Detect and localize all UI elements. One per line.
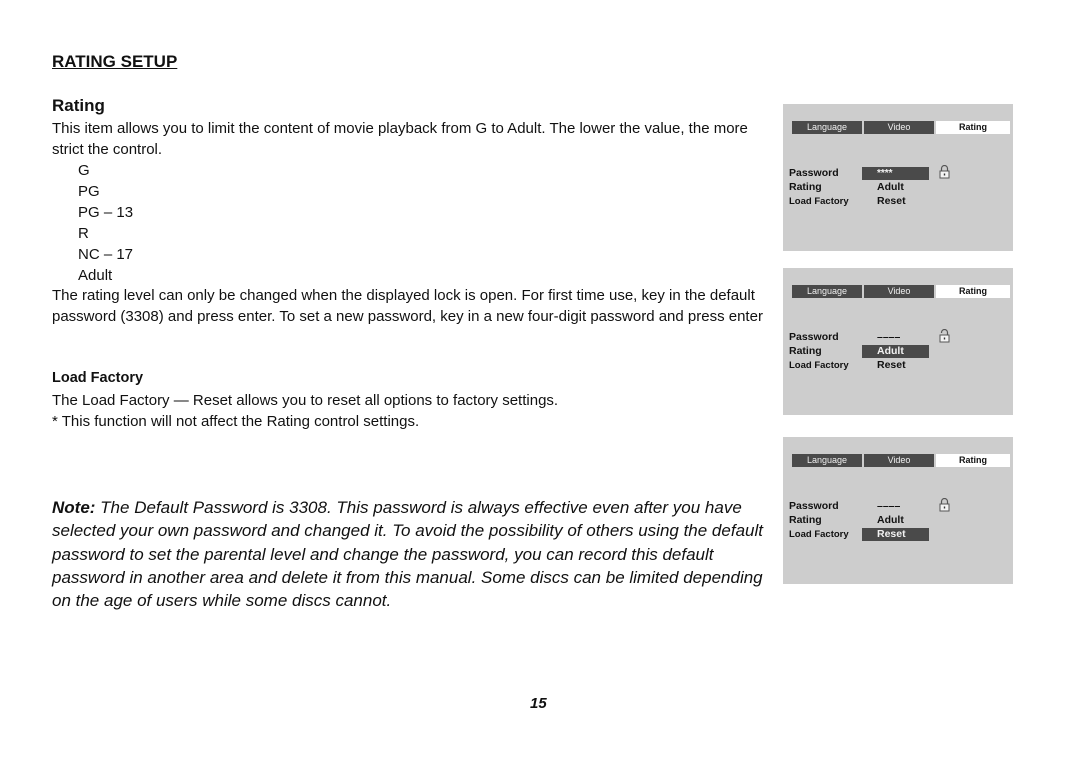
password-label: Password [789, 500, 839, 512]
reset-value[interactable]: Reset [862, 528, 929, 541]
tab-video[interactable]: Video [864, 285, 934, 298]
rating-level: G [78, 162, 90, 179]
rating-level: Adult [78, 267, 113, 284]
note-label: Note: [52, 498, 96, 517]
password-value[interactable]: –––– [862, 500, 929, 513]
lock-closed-icon [939, 165, 950, 179]
note-text: The Default Password is 3308. This passw… [52, 498, 763, 611]
load-factory-line1: The Load Factory — Reset allows you to r… [52, 392, 559, 409]
reset-value[interactable]: Reset [862, 359, 929, 372]
load-factory-label: Load Factory [789, 360, 849, 371]
load-factory-label: Load Factory [789, 529, 849, 540]
lock-open-icon [939, 329, 950, 343]
rating-label: Rating [789, 514, 822, 526]
rating-level: PG – 13 [78, 204, 134, 221]
rating-level: NC – 17 [78, 246, 134, 263]
password-value[interactable]: **** [862, 167, 929, 180]
lock-closed-icon [939, 498, 950, 512]
tab-rating[interactable]: Rating [936, 454, 1010, 467]
tab-rating[interactable]: Rating [936, 285, 1010, 298]
rating-level: PG [78, 183, 100, 200]
osd-tabs: Language Video Rating [792, 285, 1010, 298]
rating-intro: This item allows you to limit the conten… [52, 120, 748, 158]
note-paragraph: Note: The Default Password is 3308. This… [52, 496, 772, 612]
section-title: RATING SETUP [52, 52, 178, 71]
tab-language[interactable]: Language [792, 121, 862, 134]
password-label: Password [789, 331, 839, 343]
load-factory-text: The Load Factory — Reset allows you to r… [52, 390, 772, 432]
osd-screen-2: Language Video Rating Password –––– Rati… [783, 268, 1013, 415]
password-value[interactable]: –––– [862, 331, 929, 344]
tab-video[interactable]: Video [864, 121, 934, 134]
tab-video[interactable]: Video [864, 454, 934, 467]
osd-screen-1: Language Video Rating Password **** Rati… [783, 104, 1013, 251]
password-label: Password [789, 167, 839, 179]
page-number: 15 [530, 695, 547, 712]
rating-heading: Rating [52, 96, 105, 115]
rating-value[interactable]: Adult [862, 514, 929, 527]
rating-levels-list: G PG PG – 13 R NC – 17 Adult [78, 160, 133, 286]
rating-value[interactable]: Adult [862, 345, 929, 358]
load-factory-line2: * This function will not affect the Rati… [52, 413, 420, 430]
rating-level: R [78, 225, 89, 242]
load-factory-heading: Load Factory [52, 370, 144, 386]
osd-tabs: Language Video Rating [792, 121, 1010, 134]
rating-label: Rating [789, 345, 822, 357]
rating-value[interactable]: Adult [862, 181, 929, 194]
osd-tabs: Language Video Rating [792, 454, 1010, 467]
load-factory-label: Load Factory [789, 196, 849, 207]
reset-value[interactable]: Reset [862, 195, 929, 208]
osd-screen-3: Language Video Rating Password –––– Rati… [783, 437, 1013, 584]
tab-rating[interactable]: Rating [936, 121, 1010, 134]
lock-instructions: The rating level can only be changed whe… [52, 287, 763, 325]
tab-language[interactable]: Language [792, 285, 862, 298]
rating-label: Rating [789, 181, 822, 193]
tab-language[interactable]: Language [792, 454, 862, 467]
